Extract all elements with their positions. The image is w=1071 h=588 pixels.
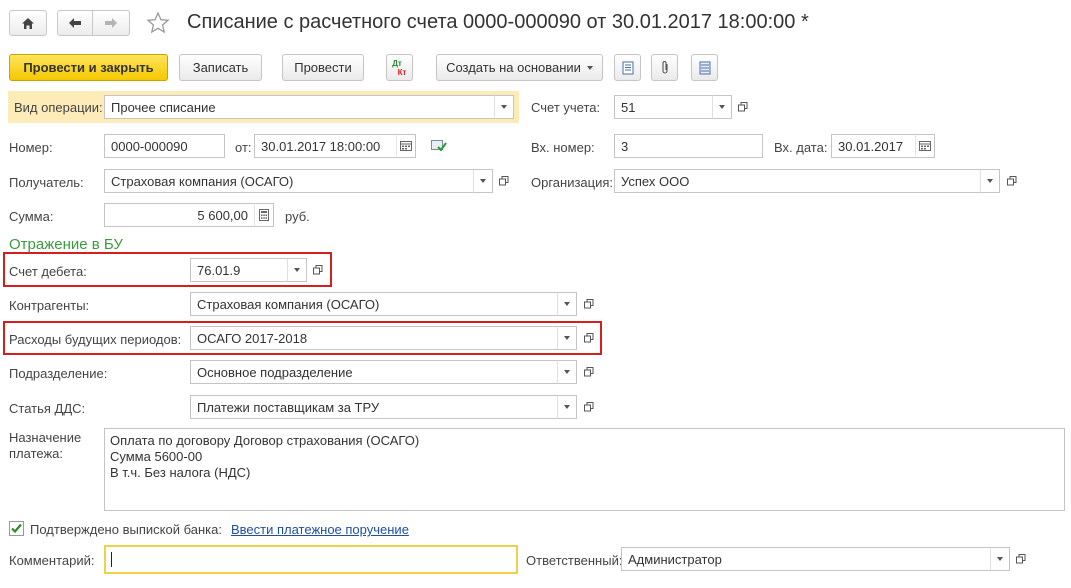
future-expenses-label: Расходы будущих периодов:: [9, 332, 182, 347]
organization-dropdown[interactable]: [980, 169, 1000, 193]
dtkt-button[interactable]: Дт Кт: [386, 54, 413, 81]
calendar-icon: [919, 141, 931, 151]
operation-type-dropdown[interactable]: [494, 95, 514, 119]
attach-button[interactable]: [651, 54, 678, 81]
check-document-icon[interactable]: [431, 138, 447, 155]
post-button[interactable]: Провести: [282, 54, 364, 81]
payment-purpose-label-1: Назначение: [9, 430, 82, 445]
in-number-input[interactable]: 3: [614, 134, 763, 158]
enter-payment-order-link[interactable]: Ввести платежное поручение: [231, 522, 409, 537]
cash-flow-item-dropdown[interactable]: [557, 395, 577, 419]
operation-type-input[interactable]: Прочее списание: [104, 95, 495, 119]
accounting-section-title: Отражение в БУ: [9, 236, 123, 253]
account-dropdown[interactable]: [712, 95, 732, 119]
responsible-dropdown[interactable]: [990, 547, 1010, 571]
responsible-input[interactable]: Администратор: [621, 547, 991, 571]
number-label: Номер:: [9, 140, 53, 155]
counterparties-input[interactable]: Страховая компания (ОСАГО): [190, 292, 558, 316]
create-based-on-label: Создать на основании: [446, 60, 581, 75]
department-open-icon[interactable]: [579, 360, 599, 384]
text-cursor: [111, 552, 112, 567]
operation-type-label: Вид операции:: [14, 100, 103, 115]
future-expenses-open-icon[interactable]: [579, 326, 599, 350]
amount-currency: руб.: [285, 209, 310, 224]
document-icon: [622, 61, 633, 74]
counterparties-label: Контрагенты:: [9, 298, 90, 313]
amount-input[interactable]: 5 600,00: [104, 203, 255, 227]
calendar-icon: [400, 141, 412, 151]
department-input[interactable]: Основное подразделение: [190, 360, 558, 384]
home-icon: [22, 17, 34, 29]
payment-purpose-line: Оплата по договору Договор страхования (…: [110, 433, 420, 448]
checkmark-icon: [9, 521, 24, 536]
back-button[interactable]: [57, 10, 93, 36]
payment-purpose-line: Сумма 5600-00: [110, 449, 203, 464]
recipient-dropdown[interactable]: [473, 169, 493, 193]
cash-flow-item-label: Статья ДДС:: [9, 401, 86, 416]
date-input[interactable]: 30.01.2017 18:00:00: [254, 134, 397, 158]
organization-label: Организация:: [531, 175, 614, 190]
in-date-calendar-button[interactable]: [915, 134, 935, 158]
save-button[interactable]: Записать: [179, 54, 262, 81]
responsible-open-icon[interactable]: [1011, 547, 1031, 571]
debit-account-label: Счет дебета:: [9, 264, 87, 279]
debit-account-open-icon[interactable]: [308, 258, 328, 282]
document-title: Списание с расчетного счета 0000-000090 …: [187, 11, 809, 33]
organization-input[interactable]: Успех ООО: [614, 169, 981, 193]
recipient-input[interactable]: Страховая компания (ОСАГО): [104, 169, 474, 193]
account-label: Счет учета:: [531, 100, 601, 115]
organization-open-icon[interactable]: [1002, 169, 1022, 193]
debit-account-dropdown[interactable]: [287, 258, 307, 282]
department-dropdown[interactable]: [557, 360, 577, 384]
date-label: от:: [235, 140, 252, 155]
create-based-on-button[interactable]: Создать на основании: [436, 54, 603, 81]
cash-flow-item-open-icon[interactable]: [579, 395, 599, 419]
recipient-open-icon[interactable]: [494, 169, 514, 193]
bank-confirmed-label: Подтверждено выпиской банка:: [30, 522, 222, 537]
payment-purpose-label-2: платежа:: [9, 446, 63, 461]
responsible-label: Ответственный:: [526, 553, 623, 568]
in-number-label: Вх. номер:: [531, 140, 595, 155]
date-calendar-button[interactable]: [396, 134, 416, 158]
dtkt-icon-bottom: Кт: [397, 67, 407, 77]
department-label: Подразделение:: [9, 366, 108, 381]
bank-confirmed-checkbox[interactable]: [9, 521, 24, 536]
comment-input[interactable]: [104, 545, 518, 574]
forward-button[interactable]: [92, 10, 130, 36]
comment-label: Комментарий:: [9, 553, 95, 568]
dtkt-icon-top: Дт: [392, 58, 402, 68]
number-input[interactable]: 0000-000090: [104, 134, 225, 158]
recipient-label: Получатель:: [9, 175, 84, 190]
arrow-left-icon: [69, 18, 81, 28]
paperclip-icon: [661, 61, 668, 74]
favorite-star-icon[interactable]: [146, 11, 170, 35]
future-expenses-input[interactable]: ОСАГО 2017-2018: [190, 326, 558, 350]
future-expenses-dropdown[interactable]: [557, 326, 577, 350]
list-icon: [699, 61, 710, 74]
payment-purpose-line: В т.ч. Без налога (НДС): [110, 465, 251, 480]
debit-account-input[interactable]: 76.01.9: [190, 258, 288, 282]
home-button[interactable]: [9, 10, 47, 36]
account-input[interactable]: 51: [614, 95, 713, 119]
counterparties-dropdown[interactable]: [557, 292, 577, 316]
amount-label: Сумма:: [9, 209, 54, 224]
chevron-down-icon: [586, 65, 593, 70]
in-date-label: Вх. дата:: [774, 140, 828, 155]
arrow-right-icon: [105, 18, 117, 28]
in-date-input[interactable]: 30.01.2017: [831, 134, 916, 158]
cash-flow-item-input[interactable]: Платежи поставщикам за ТРУ: [190, 395, 558, 419]
counterparties-open-icon[interactable]: [579, 292, 599, 316]
payment-purpose-textarea[interactable]: Оплата по договору Договор страхования (…: [104, 428, 1065, 511]
account-open-icon[interactable]: [733, 95, 753, 119]
structure-button[interactable]: [691, 54, 718, 81]
calculator-icon: [259, 209, 269, 221]
post-and-close-button[interactable]: Провести и закрыть: [9, 54, 168, 81]
amount-calculator-button[interactable]: [254, 203, 274, 227]
print-button[interactable]: [614, 54, 641, 81]
